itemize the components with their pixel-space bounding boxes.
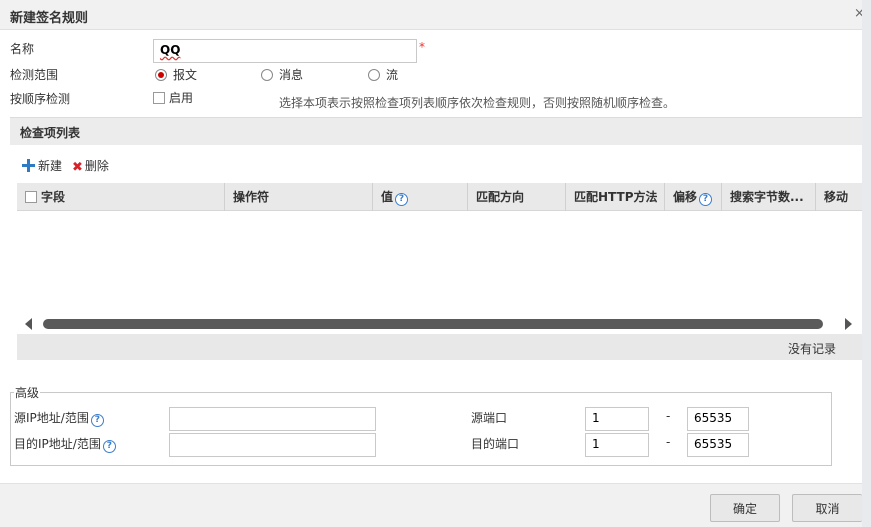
add-check-button[interactable]: 新建 — [22, 157, 62, 174]
dst-port-from-value: 1 — [592, 437, 600, 451]
scroll-right-icon[interactable] — [845, 318, 852, 330]
new-signature-rule-dialog: 新建签名规则 × 名称 QQ * 检测范围 报文 消息 流 按顺序检测 启用 选… — [0, 0, 862, 527]
src-ip-label: 源IP地址/范围? — [14, 409, 104, 427]
scope-option-message[interactable]: 消息 — [261, 66, 303, 83]
column-label: 偏移 — [673, 190, 698, 204]
column-field[interactable]: 字段 — [17, 183, 225, 211]
radio-selected-icon[interactable] — [155, 69, 167, 81]
column-label: 操作符 — [233, 190, 270, 204]
check-list-grid-header: 字段 操作符 值? 匹配方向 匹配HTTP方法 偏移? 搜索字节数... 移动 — [17, 183, 862, 211]
check-list-header: 检查项列表 — [10, 117, 862, 145]
column-label: 字段 — [41, 190, 66, 204]
checkbox-icon[interactable] — [153, 92, 165, 104]
background-strip — [862, 0, 871, 527]
radio-icon[interactable] — [261, 69, 273, 81]
column-move[interactable]: 移动 — [816, 183, 862, 211]
scroll-left-icon[interactable] — [25, 318, 32, 330]
ok-button[interactable]: 确定 — [710, 494, 780, 522]
dst-ip-input[interactable] — [169, 433, 376, 457]
range-dash: - — [666, 409, 671, 423]
column-label: 值 — [381, 190, 394, 204]
help-icon[interactable]: ? — [102, 440, 116, 453]
scope-option-label: 流 — [386, 68, 399, 82]
help-icon[interactable]: ? — [699, 193, 713, 206]
cancel-button[interactable]: 取消 — [792, 494, 862, 522]
column-label: 匹配HTTP方法 — [574, 190, 658, 204]
delete-check-button[interactable]: ✖ 删除 — [72, 157, 109, 175]
name-value: QQ — [160, 43, 181, 57]
name-label: 名称 — [10, 42, 35, 56]
src-port-to-input[interactable]: 65535 — [687, 407, 749, 431]
add-label: 新建 — [38, 159, 63, 173]
src-port-label: 源端口 — [471, 411, 508, 425]
advanced-legend: 高级 — [14, 384, 41, 401]
plus-icon — [22, 159, 35, 172]
check-list-grid-body — [17, 211, 862, 315]
dialog-title: 新建签名规则 — [10, 11, 89, 26]
scope-label: 检测范围 — [10, 68, 59, 82]
dst-port-to-value: 65535 — [694, 437, 733, 451]
order-checkbox[interactable]: 启用 — [153, 89, 193, 106]
help-icon[interactable]: ? — [90, 414, 104, 427]
dialog-footer: 确定 取消 — [0, 483, 862, 527]
scope-option-packet[interactable]: 报文 — [155, 66, 197, 83]
dst-port-to-input[interactable]: 65535 — [687, 433, 749, 457]
src-ip-label-text: 源IP地址/范围 — [14, 411, 89, 425]
scope-option-label: 消息 — [279, 68, 304, 82]
dst-port-label: 目的端口 — [471, 437, 520, 451]
order-checkbox-label: 启用 — [169, 91, 194, 105]
column-search-bytes[interactable]: 搜索字节数... — [722, 183, 816, 211]
src-ip-input[interactable] — [169, 407, 376, 431]
column-offset[interactable]: 偏移? — [665, 183, 722, 211]
src-port-to-value: 65535 — [694, 411, 733, 425]
scroll-thumb[interactable] — [43, 319, 823, 329]
src-port-from-input[interactable]: 1 — [585, 407, 649, 431]
horizontal-scrollbar[interactable] — [17, 315, 862, 334]
dialog-titlebar: 新建签名规则 × — [0, 0, 862, 30]
help-icon[interactable]: ? — [395, 193, 409, 206]
order-hint: 选择本项表示按照检查项列表顺序依次检查规则，否则按照随机顺序检查。 — [279, 96, 676, 110]
name-input[interactable]: QQ — [153, 39, 417, 63]
grid-pager: 没有记录 — [17, 334, 862, 360]
select-all-checkbox[interactable] — [25, 191, 37, 203]
check-list-title: 检查项列表 — [20, 126, 81, 140]
dst-port-from-input[interactable]: 1 — [585, 433, 649, 457]
order-label: 按顺序检测 — [10, 92, 71, 106]
column-label: 移动 — [824, 190, 849, 204]
required-mark: * — [419, 40, 425, 54]
radio-icon[interactable] — [368, 69, 380, 81]
column-label: 匹配方向 — [476, 190, 525, 204]
column-operator[interactable]: 操作符 — [225, 183, 373, 211]
dst-ip-label-text: 目的IP地址/范围 — [14, 437, 101, 451]
scope-option-label: 报文 — [173, 68, 198, 82]
scope-option-stream[interactable]: 流 — [368, 66, 398, 83]
dst-ip-label: 目的IP地址/范围? — [14, 435, 116, 453]
column-value[interactable]: 值? — [373, 183, 468, 211]
delete-label: 删除 — [84, 159, 109, 173]
column-match-direction[interactable]: 匹配方向 — [468, 183, 566, 211]
empty-records-text: 没有记录 — [787, 342, 836, 356]
delete-x-icon: ✖ — [72, 160, 83, 175]
range-dash: - — [666, 435, 671, 449]
column-http-method[interactable]: 匹配HTTP方法 — [566, 183, 665, 211]
src-port-from-value: 1 — [592, 411, 600, 425]
close-icon[interactable]: × — [854, 6, 862, 21]
column-label: 搜索字节数... — [730, 190, 804, 204]
